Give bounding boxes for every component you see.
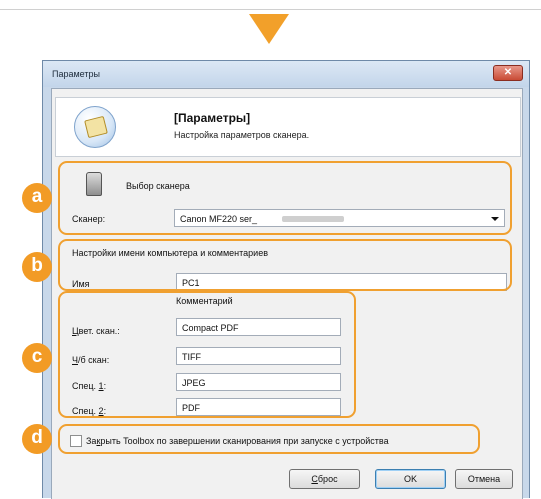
window-title: Параметры — [52, 69, 100, 79]
callout-badge-d: d — [22, 424, 52, 454]
callout-frame-a — [58, 161, 512, 235]
header-banner: [Параметры] Настройка параметров сканера… — [55, 97, 521, 157]
ok-button[interactable]: OK — [375, 469, 446, 489]
callout-frame-d — [58, 424, 480, 454]
title-bar[interactable]: Параметры ✕ — [43, 61, 529, 87]
button-label: брос — [317, 474, 338, 484]
reset-button[interactable]: Сброс — [289, 469, 360, 489]
callout-badge-c: c — [22, 343, 52, 373]
banner-subtitle: Настройка параметров сканера. — [174, 130, 310, 140]
callout-badge-a: a — [22, 183, 52, 213]
down-arrow-icon — [249, 14, 289, 44]
callout-frame-c — [58, 291, 356, 418]
cancel-button[interactable]: Отмена — [455, 469, 513, 489]
divider-line — [0, 9, 541, 10]
callout-frame-b — [58, 239, 512, 291]
close-icon: ✕ — [503, 67, 513, 78]
close-button[interactable]: ✕ — [493, 65, 523, 81]
callout-badge-b: b — [22, 252, 52, 282]
scanner-settings-icon — [74, 106, 116, 148]
banner-title: [Параметры] — [174, 111, 251, 125]
scanned-page-icon — [84, 115, 108, 139]
